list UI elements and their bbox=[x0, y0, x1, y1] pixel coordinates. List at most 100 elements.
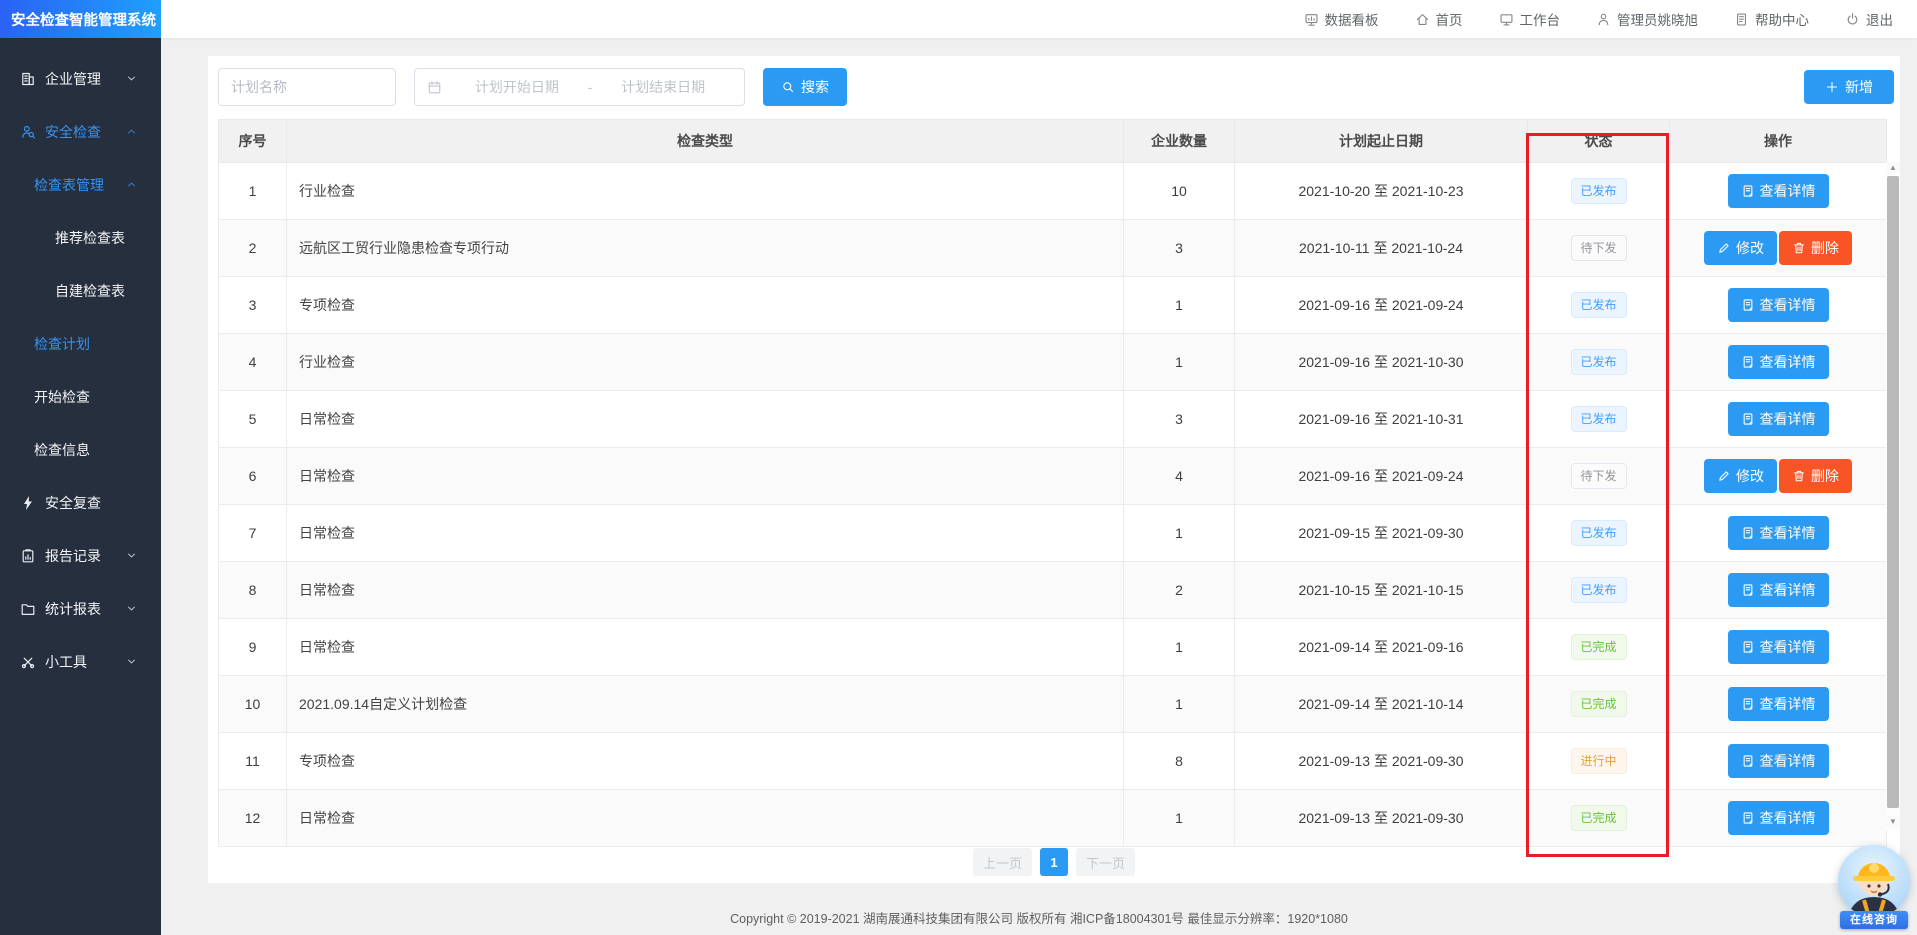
sidebar-item-label: 报告记录 bbox=[45, 546, 101, 566]
sidebar-item-tools[interactable]: 小工具 bbox=[0, 635, 161, 688]
cell-actions: 修改删除 bbox=[1670, 448, 1887, 505]
sidebar-item-start-inspection[interactable]: 开始检查 bbox=[0, 370, 161, 423]
nav-admin-user[interactable]: 管理员姚晓旭 bbox=[1596, 9, 1698, 29]
action-button-label: 查看详情 bbox=[1760, 523, 1816, 543]
sidebar: 企业管理安全检查检查表管理推荐检查表自建检查表检查计划开始检查检查信息安全复查报… bbox=[0, 38, 161, 935]
status-badge: 已发布 bbox=[1571, 349, 1627, 375]
view-button[interactable]: 查看详情 bbox=[1728, 174, 1829, 208]
sidebar-item-enterprise-mgmt[interactable]: 企业管理 bbox=[0, 52, 161, 105]
delete-button[interactable]: 删除 bbox=[1779, 459, 1852, 493]
pagination-next-button[interactable]: 下一页 bbox=[1076, 848, 1135, 876]
chevron-up-icon bbox=[125, 125, 138, 138]
pagination-prev-button[interactable]: 上一页 bbox=[973, 848, 1032, 876]
cell-status: 已完成 bbox=[1528, 790, 1670, 847]
edit-button[interactable]: 修改 bbox=[1704, 231, 1777, 265]
date-range-picker[interactable]: 计划开始日期 - 计划结束日期 bbox=[414, 68, 745, 106]
cell-inspection-type: 行业检查 bbox=[287, 163, 1124, 220]
sidebar-item-safety-inspection[interactable]: 安全检查 bbox=[0, 105, 161, 158]
column-header: 企业数量 bbox=[1124, 120, 1235, 163]
online-chat-widget[interactable]: 在线咨询 bbox=[1836, 845, 1912, 929]
table-row: 8日常检查22021-10-15 至 2021-10-15已发布查看详情 bbox=[219, 562, 1887, 619]
nav-item-label: 首页 bbox=[1436, 9, 1463, 29]
nav-logout[interactable]: 退出 bbox=[1845, 9, 1893, 29]
top-header: 安全检查智能管理系统 数据看板首页工作台管理员姚晓旭帮助中心退出 bbox=[0, 0, 1917, 38]
edit-button[interactable]: 修改 bbox=[1704, 459, 1777, 493]
sidebar-item-statistics[interactable]: 统计报表 bbox=[0, 582, 161, 635]
pagination-page-1-button[interactable]: 1 bbox=[1040, 848, 1068, 876]
sidebar-item-label: 推荐检查表 bbox=[55, 228, 125, 248]
search-button[interactable]: 搜索 bbox=[763, 68, 847, 106]
plans-table: 序号检查类型企业数量计划起止日期状态操作 1行业检查102021-10-20 至… bbox=[218, 119, 1887, 847]
sidebar-item-checklist-mgmt[interactable]: 检查表管理 bbox=[0, 158, 161, 211]
cell-actions: 查看详情 bbox=[1670, 790, 1887, 847]
action-button-label: 查看详情 bbox=[1760, 694, 1816, 714]
view-button[interactable]: 查看详情 bbox=[1728, 345, 1829, 379]
cell-actions: 查看详情 bbox=[1670, 733, 1887, 790]
monitor-icon bbox=[1499, 12, 1514, 27]
action-button-label: 查看详情 bbox=[1760, 637, 1816, 657]
status-badge: 已完成 bbox=[1571, 691, 1627, 717]
view-doc-icon bbox=[1741, 298, 1755, 312]
chevron-down-icon bbox=[125, 655, 138, 668]
scrollbar-down-arrow[interactable]: ▼ bbox=[1886, 816, 1900, 828]
sidebar-item-report-records[interactable]: 报告记录 bbox=[0, 529, 161, 582]
dashboard-board-icon bbox=[1304, 12, 1319, 27]
cell-index: 6 bbox=[219, 448, 287, 505]
add-button-label: 新增 bbox=[1845, 77, 1873, 97]
cell-status: 已发布 bbox=[1528, 562, 1670, 619]
add-button[interactable]: 新增 bbox=[1804, 70, 1894, 104]
view-doc-icon bbox=[1741, 184, 1755, 198]
cell-inspection-type: 行业检查 bbox=[287, 334, 1124, 391]
cell-index: 1 bbox=[219, 163, 287, 220]
edit-icon bbox=[1717, 241, 1731, 255]
delete-button[interactable]: 删除 bbox=[1779, 231, 1852, 265]
cell-enterprise-count: 1 bbox=[1124, 334, 1235, 391]
cell-actions: 查看详情 bbox=[1670, 391, 1887, 448]
view-button[interactable]: 查看详情 bbox=[1728, 744, 1829, 778]
search-toolbar: 计划开始日期 - 计划结束日期 搜索 新增 bbox=[218, 66, 1894, 106]
status-badge: 已发布 bbox=[1571, 292, 1627, 318]
chevron-down-icon bbox=[125, 549, 138, 562]
cell-index: 2 bbox=[219, 220, 287, 277]
view-button[interactable]: 查看详情 bbox=[1728, 573, 1829, 607]
status-badge: 待下发 bbox=[1571, 235, 1627, 261]
cell-status: 已发布 bbox=[1528, 334, 1670, 391]
sidebar-item-safety-recheck[interactable]: 安全复查 bbox=[0, 476, 161, 529]
cell-inspection-type: 日常检查 bbox=[287, 790, 1124, 847]
cell-actions: 查看详情 bbox=[1670, 163, 1887, 220]
view-button[interactable]: 查看详情 bbox=[1728, 288, 1829, 322]
cell-enterprise-count: 3 bbox=[1124, 391, 1235, 448]
date-end-placeholder[interactable]: 计划结束日期 bbox=[594, 77, 732, 97]
nav-home[interactable]: 首页 bbox=[1415, 9, 1463, 29]
view-doc-icon bbox=[1741, 640, 1755, 654]
view-doc-icon bbox=[1741, 355, 1755, 369]
scrollbar-thumb[interactable] bbox=[1887, 176, 1899, 808]
view-button[interactable]: 查看详情 bbox=[1728, 516, 1829, 550]
cell-status: 待下发 bbox=[1528, 448, 1670, 505]
view-button[interactable]: 查看详情 bbox=[1728, 687, 1829, 721]
nav-help-center[interactable]: 帮助中心 bbox=[1734, 9, 1809, 29]
sidebar-item-inspection-info[interactable]: 检查信息 bbox=[0, 423, 161, 476]
cell-status: 已发布 bbox=[1528, 163, 1670, 220]
table-row: 6日常检查42021-09-16 至 2021-09-24待下发修改删除 bbox=[219, 448, 1887, 505]
action-button-label: 查看详情 bbox=[1760, 295, 1816, 315]
view-button[interactable]: 查看详情 bbox=[1728, 630, 1829, 664]
date-start-placeholder[interactable]: 计划开始日期 bbox=[448, 77, 586, 97]
plan-name-input[interactable] bbox=[218, 68, 396, 106]
cell-inspection-type: 专项检查 bbox=[287, 277, 1124, 334]
sidebar-item-recommended-checklist[interactable]: 推荐检查表 bbox=[0, 211, 161, 264]
view-button[interactable]: 查看详情 bbox=[1728, 402, 1829, 436]
nav-workbench[interactable]: 工作台 bbox=[1499, 9, 1561, 29]
scrollbar-up-arrow[interactable]: ▲ bbox=[1886, 162, 1900, 174]
table-body: 1行业检查102021-10-20 至 2021-10-23已发布查看详情2远航… bbox=[219, 163, 1887, 847]
action-button-label: 查看详情 bbox=[1760, 181, 1816, 201]
view-button[interactable]: 查看详情 bbox=[1728, 801, 1829, 835]
cell-enterprise-count: 2 bbox=[1124, 562, 1235, 619]
view-doc-icon bbox=[1741, 526, 1755, 540]
cell-status: 已完成 bbox=[1528, 619, 1670, 676]
nav-data-dashboard[interactable]: 数据看板 bbox=[1304, 9, 1379, 29]
action-button-label: 查看详情 bbox=[1760, 808, 1816, 828]
sidebar-item-inspection-plan[interactable]: 检查计划 bbox=[0, 317, 161, 370]
sidebar-item-custom-checklist[interactable]: 自建检查表 bbox=[0, 264, 161, 317]
table-scrollbar[interactable]: ▲ ▼ bbox=[1886, 162, 1900, 830]
